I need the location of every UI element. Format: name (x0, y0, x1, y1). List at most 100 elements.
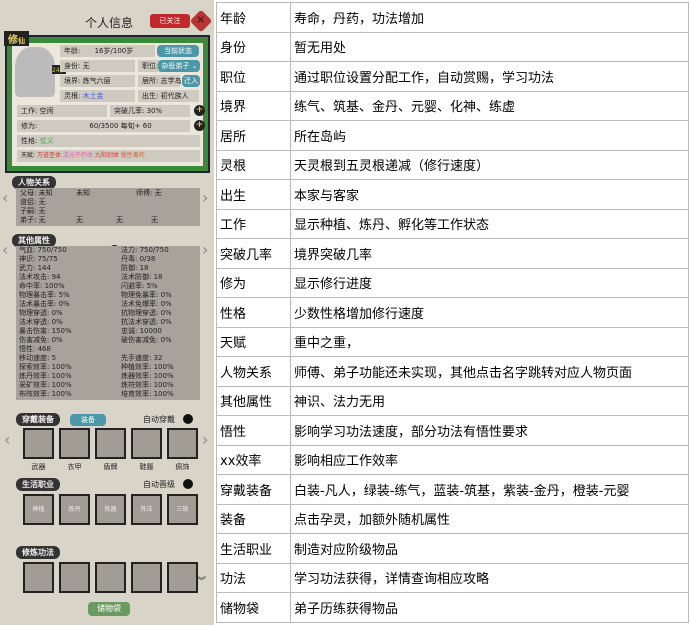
row-description: 弟子历练获得物品 (290, 592, 689, 623)
row-key: 出生 (216, 179, 291, 210)
skill-slot[interactable] (167, 562, 198, 593)
equipment-slot[interactable] (95, 428, 126, 459)
auto-equip-label: 自动穿戴 (143, 415, 175, 424)
row-key: 性格 (216, 297, 291, 328)
life-job-slot[interactable]: 三级 (167, 494, 198, 525)
residence: 居所: 志学岛 (138, 75, 182, 87)
table-row: xx效率 影响相应工作效率 (216, 444, 689, 475)
avatar[interactable] (15, 47, 55, 97)
attribute-item: 命中率: 100% (19, 282, 65, 290)
cultivation-value: 60/3500 每旬+ 60 (89, 122, 152, 130)
row-description: 天灵根到五灵根递减（修行速度） (290, 149, 689, 180)
follow-button[interactable]: 已关注 (150, 14, 190, 28)
row-description: 点击孕灵，加额外随机属性 (290, 503, 689, 534)
left-arrow-icon[interactable]: ‹ (2, 240, 8, 259)
attribute-item: 炼符效率: 100% (121, 381, 174, 389)
table-row: 修为 显示修行进度 (216, 267, 689, 298)
row-key: 装备 (216, 503, 291, 534)
equipment-slot[interactable] (131, 428, 162, 459)
row-description: 显示修行进度 (290, 267, 689, 298)
skill-slot[interactable] (23, 562, 54, 593)
skill-slot[interactable] (95, 562, 126, 593)
right-arrow-icon[interactable]: › (202, 188, 208, 207)
life-job-slot[interactable]: 炼器 (95, 494, 126, 525)
left-arrow-icon[interactable]: ‹ (4, 430, 10, 449)
plus-icon[interactable]: + (194, 105, 205, 116)
table-row: 性格 少数性格增加修行速度 (216, 297, 689, 328)
attribute-item: 法术免爆率: 0% (121, 300, 172, 308)
table-row: 突破几率 境界突破几率 (216, 238, 689, 269)
row-key: 修为 (216, 267, 291, 298)
left-arrow-icon[interactable]: ‹ (2, 188, 8, 207)
row-description: 少数性格增加修行速度 (290, 297, 689, 328)
table-row: 身份 暂无用处 (216, 31, 689, 62)
relations-box: 父母: 未知 未知 师傅: 无 道侣: 无 子嗣: 无 弟子: 无无无无 (16, 188, 200, 226)
equipment-slot-label: 佩饰 (175, 463, 190, 471)
equipment-slot[interactable] (23, 428, 54, 459)
attribute-item: 布阵效率: 100% (19, 390, 72, 398)
table-row: 出生 本家与客家 (216, 179, 689, 210)
life-job-slot[interactable]: 阵法 (131, 494, 162, 525)
skill-slot[interactable] (131, 562, 162, 593)
attribute-item: 培育效率: 100% (121, 390, 174, 398)
attribute-item (121, 345, 174, 354)
equipment-slot[interactable] (167, 428, 198, 459)
auto-upgrade-toggle[interactable] (183, 479, 193, 489)
row-description: 神识、法力无用 (290, 385, 689, 416)
position-select[interactable]: 杂役弟子 ⌄ (158, 60, 201, 72)
table-row: 其他属性 神识、法力无用 (216, 385, 689, 416)
table-row: 境界 练气、筑基、金丹、元婴、化神、练虚 (216, 90, 689, 121)
attribute-item: 抗物理穿透: 0% (121, 309, 172, 317)
move-in-button[interactable]: 迁入 (182, 75, 200, 87)
skills-title: 修炼功法 (16, 546, 60, 559)
row-key: 人物关系 (216, 356, 291, 387)
realm: 境界: 炼气六层 (60, 75, 135, 87)
row-key: 灵根 (216, 149, 291, 180)
row-key: 居所 (216, 120, 291, 151)
equipment-button[interactable]: 装备 (70, 414, 106, 426)
close-icon[interactable]: ✕ (189, 9, 213, 33)
attribute-item: 物理暴击率: 5% (19, 291, 70, 299)
attribute-item: 法术攻击: 94 (19, 273, 61, 281)
life-job-slot[interactable]: 种植 (23, 494, 54, 525)
attribute-item: 法术暴击率: 0% (19, 300, 70, 308)
equipment-slot-label: 盾牌 (103, 463, 118, 471)
equipment-slot[interactable] (59, 428, 90, 459)
row-description: 暂无用处 (290, 31, 689, 62)
attribute-item: 炼丹效率: 100% (19, 372, 72, 380)
explanation-table: 年龄 寿命，丹药，功法增加 身份 暂无用处 职位 通过职位设置分配工作，自动赏赐，学习功法… (216, 2, 689, 623)
attribute-item: 武力: 144 (19, 264, 51, 272)
row-key: 年龄 (216, 2, 291, 33)
attribute-item: 物理免暴率: 0% (121, 291, 172, 299)
attribute-item: 物理穿透: 0% (19, 309, 63, 317)
row-description: 重中之重， (290, 326, 689, 357)
attribute-item: 气血: 750/750 (19, 246, 67, 254)
info-card: 24岁 年龄: 16岁/100岁 当前状态 身份: 无 职位: 杂役弟子 ⌄ 境界… (5, 35, 210, 173)
skill-slot[interactable] (59, 562, 90, 593)
right-arrow-icon[interactable]: › (202, 240, 208, 259)
table-row: 居所 所在岛屿 (216, 120, 689, 151)
attribute-item: 法力: 750/750 (121, 246, 169, 254)
row-description: 本家与客家 (290, 179, 689, 210)
life-job-slot[interactable]: 炼丹 (59, 494, 90, 525)
plus-icon[interactable]: + (194, 120, 205, 131)
breakthrough-rate: 突破几率: 30% (110, 105, 190, 117)
expand-icon[interactable]: ︾ (197, 578, 206, 587)
table-row: 灵根 天灵根到五灵根递减（修行速度） (216, 149, 689, 180)
table-row: 生活职业 制造对应阶级物品 (216, 533, 689, 564)
right-arrow-icon[interactable]: › (202, 430, 208, 449)
attribute-item: 移动速度: 5 (19, 354, 57, 362)
attribute-item: 法术穿透: 0% (19, 318, 63, 326)
current-status-button[interactable]: 当前状态 (157, 45, 199, 57)
spirit-root: 木土金 (82, 92, 104, 100)
row-key: 储物袋 (216, 592, 291, 623)
attribute-item: 神识: 75/75 (19, 255, 58, 263)
row-description: 境界突破几率 (290, 238, 689, 269)
table-row: 工作 显示种植、炼丹、孵化等工作状态 (216, 208, 689, 239)
row-key: 身份 (216, 31, 291, 62)
storage-bag-button[interactable]: 储物袋 (88, 602, 130, 616)
table-row: 人物关系 师傅、弟子功能还未实现，其他点击名字跳转对应人物页面 (216, 356, 689, 387)
identity: 身份: 无 (60, 60, 135, 72)
auto-equip-toggle[interactable] (183, 414, 193, 424)
row-description: 通过职位设置分配工作，自动赏赐，学习功法 (290, 61, 689, 92)
